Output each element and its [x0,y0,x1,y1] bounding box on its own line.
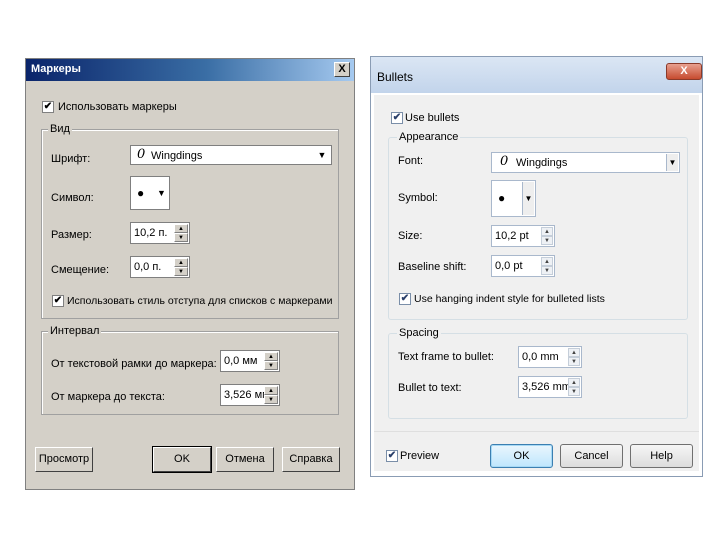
font-dropdown[interactable]: 0 Wingdings ▼ [491,152,680,173]
font-value: Wingdings [516,157,568,169]
shift-label: Смещение: [51,264,110,276]
spin-down-icon[interactable]: ▼ [264,361,278,370]
close-icon[interactable]: X [666,63,702,80]
font-glyph: 0 [137,147,146,162]
appearance-legend: Вид [48,123,72,135]
bullet-to-text-value: 3,526 мм [224,389,270,401]
bullet-to-text-input[interactable]: 3,526 мм ▲ ▼ [220,384,280,406]
symbol-label: Symbol: [398,192,438,204]
spin-down-icon[interactable]: ▼ [568,387,580,396]
hanging-indent-label: Use hanging indent style for bulleted li… [414,293,605,305]
bullet-to-text-input[interactable]: 3,526 mm ▲ ▼ [518,376,582,398]
spin-up-icon[interactable]: ▲ [174,258,188,267]
use-bullets-checkbox[interactable]: ✔ [42,101,54,113]
cancel-button[interactable]: Cancel [560,444,623,468]
spin-up-icon[interactable]: ▲ [174,224,188,233]
font-glyph: 0 [500,154,509,169]
cancel-button[interactable]: Отмена [216,447,274,472]
spin-down-icon[interactable]: ▼ [568,357,580,366]
size-value: 10,2 pt [495,230,529,242]
close-icon[interactable]: X [334,62,350,77]
preview-checkbox[interactable]: ✔ [386,450,398,462]
bullet-to-text-stepper[interactable]: ▲ ▼ [568,378,580,396]
frame-to-bullet-value: 0,0 mm [522,351,559,363]
help-button[interactable]: Справка [282,447,340,472]
bullet-to-text-value: 3,526 mm [522,381,571,393]
frame-to-bullet-input[interactable]: 0,0 mm ▲ ▼ [518,346,582,368]
use-bullets-checkbox[interactable]: ✔ [391,112,403,124]
separator [34,431,346,432]
size-input[interactable]: 10,2 п. ▲ ▼ [130,222,190,244]
shift-stepper[interactable]: ▲ ▼ [174,258,188,276]
font-label: Шрифт: [51,153,91,165]
spin-up-icon[interactable]: ▲ [541,227,553,236]
bullet-to-text-label: Bullet to text: [398,382,462,394]
bullets-dialog-ru: Маркеры X ✔ Использовать маркеры Вид Шри… [25,58,355,490]
spin-down-icon[interactable]: ▼ [174,267,188,276]
size-label: Size: [398,230,423,242]
hanging-indent-checkbox[interactable]: ✔ [399,293,411,305]
symbol-dropdown[interactable]: ● ▼ [491,180,536,217]
frame-to-bullet-label: От текстовой рамки до маркера: [51,358,217,370]
symbol-preview: ● [498,191,506,205]
hanging-indent-checkbox[interactable]: ✔ [52,295,64,307]
size-label: Размер: [51,229,92,241]
bullets-dialog-en: Bullets X ✔ Use bullets Appearance Font:… [370,56,703,477]
shift-input[interactable]: 0,0 pt ▲ ▼ [491,255,555,277]
size-stepper[interactable]: ▲ ▼ [541,227,553,245]
dialog-title: Bullets [377,70,414,84]
ok-button[interactable]: OK [490,444,553,468]
ok-button[interactable]: OK [152,446,212,473]
dialog-body: ✔ Use bullets Appearance Font: 0 Wingdin… [374,95,699,471]
spin-up-icon[interactable]: ▲ [264,352,278,361]
shift-stepper[interactable]: ▲ ▼ [541,257,553,275]
symbol-preview: ● [137,186,145,200]
shift-input[interactable]: 0,0 п. ▲ ▼ [130,256,190,278]
help-button[interactable]: Help [630,444,693,468]
use-bullets-label: Использовать маркеры [58,101,177,113]
frame-to-bullet-stepper[interactable]: ▲ ▼ [568,348,580,366]
font-value: Wingdings [151,150,203,162]
size-input[interactable]: 10,2 pt ▲ ▼ [491,225,555,247]
chevron-down-icon[interactable]: ▼ [666,154,678,171]
separator [374,431,699,432]
shift-value: 0,0 п. [134,261,162,273]
bullet-to-text-label: От маркера до текста: [51,391,165,403]
spin-up-icon[interactable]: ▲ [568,378,580,387]
spin-up-icon[interactable]: ▲ [541,257,553,266]
spin-down-icon[interactable]: ▼ [541,236,553,245]
font-dropdown[interactable]: 0 Wingdings ▼ [130,145,332,165]
frame-to-bullet-input[interactable]: 0,0 мм ▲ ▼ [220,350,280,372]
symbol-label: Символ: [51,192,94,204]
spacing-legend: Интервал [48,325,102,337]
symbol-dropdown[interactable]: ● ▼ [130,176,170,210]
shift-label: Baseline shift: [398,261,467,273]
chevron-down-icon[interactable]: ▼ [522,182,534,215]
chevron-down-icon[interactable]: ▼ [315,148,329,162]
spacing-legend: Spacing [397,327,441,339]
appearance-legend: Appearance [397,131,461,143]
frame-to-bullet-value: 0,0 мм [224,355,258,367]
frame-to-bullet-label: Text frame to bullet: [398,351,494,363]
chevron-down-icon[interactable]: ▼ [157,188,166,198]
font-label: Font: [398,155,424,167]
spin-down-icon[interactable]: ▼ [174,233,188,242]
bullet-to-text-stepper[interactable]: ▲ ▼ [264,386,278,404]
size-value: 10,2 п. [134,227,168,239]
spin-up-icon[interactable]: ▲ [264,386,278,395]
hanging-indent-label: Использовать стиль отступа для списков с… [67,295,333,307]
spin-up-icon[interactable]: ▲ [568,348,580,357]
spin-down-icon[interactable]: ▼ [541,266,553,275]
spin-down-icon[interactable]: ▼ [264,395,278,404]
dialog-title: Маркеры [31,63,81,75]
frame-to-bullet-stepper[interactable]: ▲ ▼ [264,352,278,370]
preview-button[interactable]: Просмотр [35,447,93,472]
size-stepper[interactable]: ▲ ▼ [174,224,188,242]
shift-value: 0,0 pt [495,260,523,272]
title-bar [371,57,702,93]
use-bullets-label: Use bullets [405,112,460,124]
preview-label: Preview [400,450,440,462]
